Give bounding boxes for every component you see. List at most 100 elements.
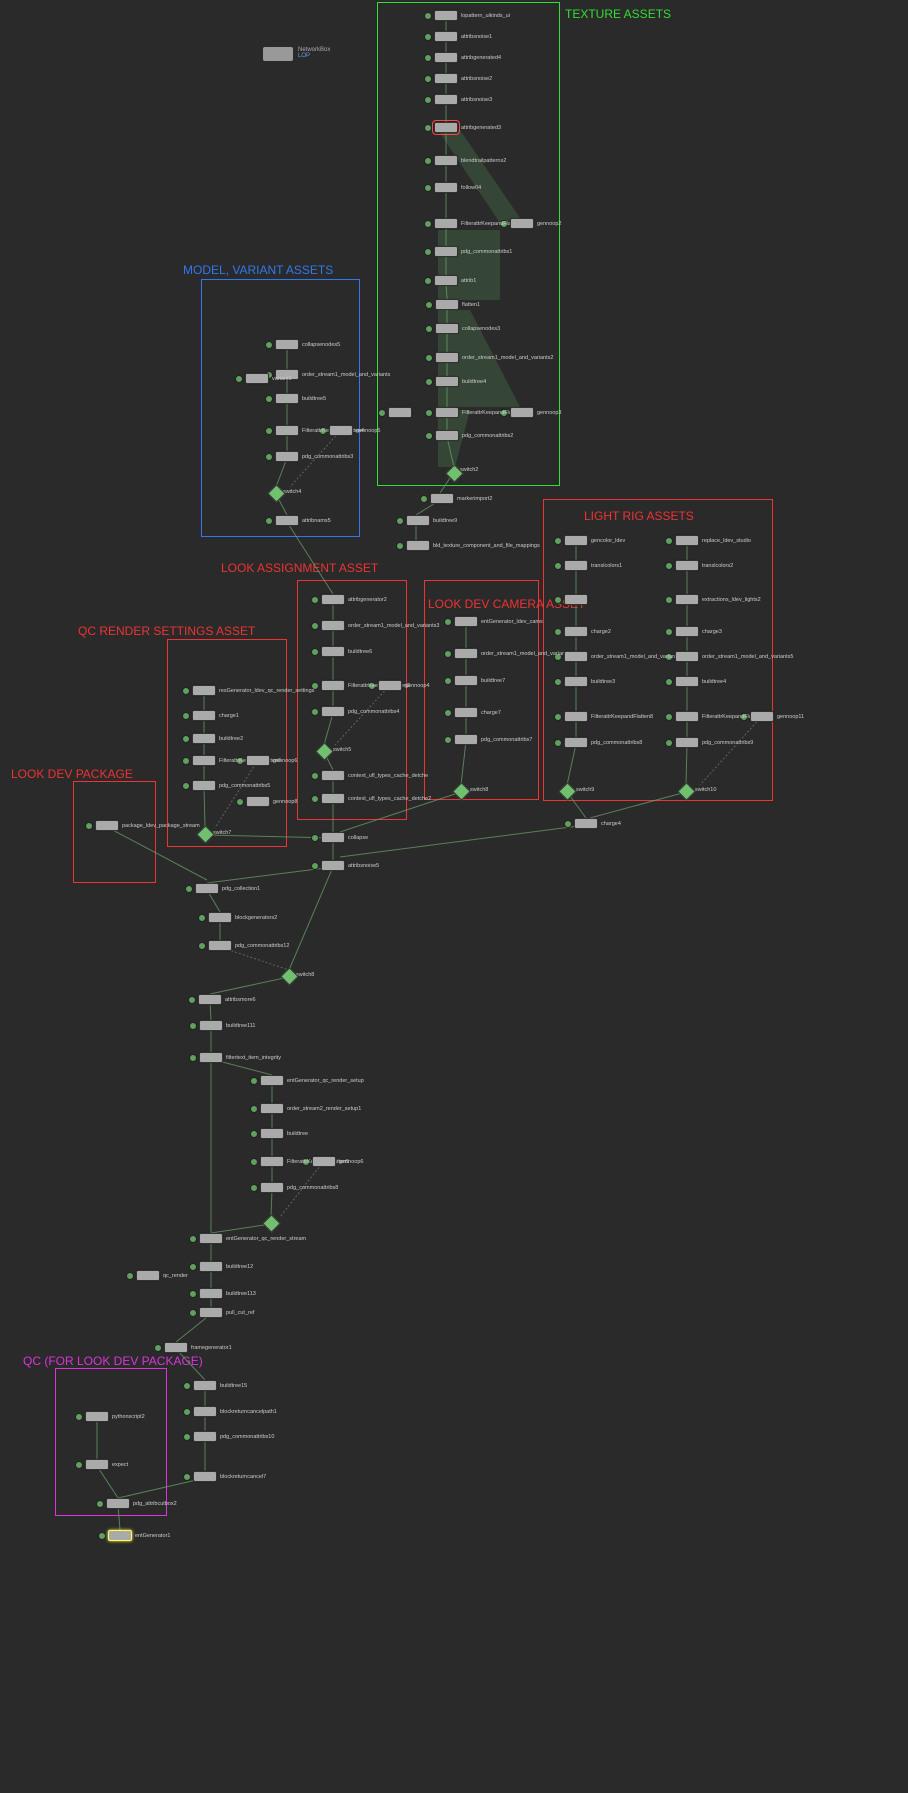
node-chip[interactable] (564, 676, 588, 687)
node-midstream-8[interactable]: pdg_commonattribs12 (208, 940, 289, 951)
node-chip[interactable] (245, 373, 269, 384)
node-chip[interactable] (199, 1020, 223, 1031)
node-qcblock-2[interactable]: buildtree (260, 1128, 308, 1139)
node-lookdevcam-4[interactable]: pdg_commonattribs7 (454, 734, 532, 745)
node-lookassign-5[interactable]: pdg_commonattribs4 (321, 706, 399, 717)
node-chip[interactable] (312, 1156, 336, 1167)
node-chip[interactable] (675, 626, 699, 637)
node-chip[interactable] (435, 376, 459, 387)
node-chip[interactable] (199, 1288, 223, 1299)
node-chip[interactable] (199, 1052, 223, 1063)
node-chip[interactable] (434, 10, 458, 21)
node-qcrender-1[interactable]: charge1 (192, 710, 239, 721)
node-lookassign-8[interactable]: context_ufl_types_cache_detche (321, 770, 428, 781)
node-chip[interactable] (454, 648, 478, 659)
node-chip[interactable] (199, 1233, 223, 1244)
node-tex-13[interactable]: collapsenodes3 (435, 323, 500, 334)
node-tex-10[interactable]: pdg_commonattribs1 (434, 246, 512, 257)
node-chip[interactable] (574, 818, 598, 829)
node-qcldev-0[interactable]: pythonscript2 (85, 1411, 145, 1422)
node-model-6[interactable]: pdg_commonattribs3 (275, 451, 353, 462)
node-lightrig_right-0[interactable]: replace_ldev_studio (675, 535, 751, 546)
node-chip[interactable] (564, 737, 588, 748)
node-qcblock-0[interactable]: entGenerator_qc_render_setup (260, 1075, 364, 1086)
node-midstream-3[interactable]: charge4 (574, 818, 621, 829)
node-chip[interactable] (435, 299, 459, 310)
node-midstream-4[interactable]: collapse (321, 832, 368, 843)
node-chip[interactable] (246, 796, 270, 807)
node-chip[interactable] (675, 711, 699, 722)
node-lookdevcam-0[interactable]: entGenerator_ldev_cams (454, 616, 543, 627)
node-model-5[interactable]: gennoop5 (329, 425, 380, 436)
node-model-2[interactable]: variant1 (245, 373, 292, 384)
node-chip[interactable] (454, 675, 478, 686)
node-chip[interactable] (454, 734, 478, 745)
node-chip[interactable] (193, 1431, 217, 1442)
node-chip[interactable] (321, 706, 345, 717)
node-lightrig_left-6[interactable]: FilterattrKeepandFlatten8 (564, 711, 653, 722)
node-model-3[interactable]: buildtree5 (275, 393, 326, 404)
node-midstream-2[interactable]: bld_texture_component_and_file_mappings (406, 540, 540, 551)
node-chip[interactable] (454, 616, 478, 627)
node-chip[interactable] (260, 1156, 284, 1167)
node-lookassign-2[interactable]: buildtree6 (321, 646, 372, 657)
node-tex-5[interactable]: attribgenerated3 (434, 122, 501, 133)
node-tex-9[interactable]: gennoop2 (510, 218, 561, 229)
node-midstream-5[interactable]: attribsnoise5 (321, 860, 379, 871)
node-chip[interactable] (430, 493, 454, 504)
node-chip[interactable] (675, 594, 699, 605)
node-chip[interactable] (192, 710, 216, 721)
node-chip[interactable] (435, 430, 459, 441)
node-chip[interactable] (321, 680, 345, 691)
node-lookassign-9[interactable]: context_ufl_types_cache_detche2 (321, 793, 431, 804)
node-lightrig_left-4[interactable]: order_stream1_model_and_variants6 (564, 651, 682, 662)
node-lookdevpkg-0[interactable]: package_ldev_package_stream (95, 820, 200, 831)
node-chip[interactable] (434, 31, 458, 42)
node-tex-15[interactable]: buildtree4 (435, 376, 486, 387)
node-chip[interactable] (260, 1182, 284, 1193)
node-chip[interactable] (193, 1380, 217, 1391)
node-qcblock-16[interactable]: pdg_attribcutbox2 (106, 1498, 177, 1509)
node-tex-12[interactable]: flatten1 (435, 299, 480, 310)
node-chip[interactable] (192, 755, 216, 766)
node-chip[interactable] (406, 515, 430, 526)
node-chip[interactable] (434, 155, 458, 166)
node-chip[interactable] (192, 685, 216, 696)
node-chip[interactable] (321, 832, 345, 843)
node-lightrig_left-3[interactable]: charge2 (564, 626, 611, 637)
node-qcrender-4[interactable]: gennoop6 (246, 755, 297, 766)
node-midstream-1[interactable]: buildtree9 (406, 515, 457, 526)
node-tex-16[interactable] (388, 407, 412, 418)
node-qcblock-15[interactable]: blockreturncancel7 (193, 1471, 266, 1482)
node-lightrig_right-5[interactable]: buildtree4 (675, 676, 726, 687)
node-midstream-0[interactable]: markerimport2 (430, 493, 492, 504)
node-chip[interactable] (321, 646, 345, 657)
node-qcblock-12[interactable]: buildtree15 (193, 1380, 247, 1391)
node-chip[interactable] (321, 770, 345, 781)
node-lightrig_right-8[interactable]: pdg_commonattribs9 (675, 737, 753, 748)
node-lookdevcam-3[interactable]: charge7 (454, 707, 501, 718)
node-chip[interactable] (564, 560, 588, 571)
node-chip[interactable] (321, 594, 345, 605)
node-tex-14[interactable]: order_stream1_model_and_variants2 (435, 352, 553, 363)
node-midstream-12[interactable]: buildtree111 (199, 1020, 255, 1031)
node-lightrig_right-3[interactable]: charge3 (675, 626, 722, 637)
node-lightrig_left-1[interactable]: translcolors1 (564, 560, 622, 571)
node-qcblock-11[interactable]: framegenerator1 (164, 1342, 232, 1353)
node-qcblock-13[interactable]: blockreturncancelpath1 (193, 1406, 277, 1417)
node-lookassign-4[interactable]: gennoop4 (378, 680, 429, 691)
node-chip[interactable] (434, 52, 458, 63)
node-chip[interactable] (434, 73, 458, 84)
node-chip[interactable] (406, 540, 430, 551)
node-chip[interactable] (260, 1103, 284, 1114)
node-model-0[interactable]: collapsenodes5 (275, 339, 340, 350)
node-qcblock-4[interactable]: gennoop6 (312, 1156, 363, 1167)
node-lightrig_right-1[interactable]: translcolors2 (675, 560, 733, 571)
node-tex-18[interactable]: gennoop3 (510, 407, 561, 418)
node-lightrig_right-4[interactable]: order_stream1_model_and_variants5 (675, 651, 793, 662)
node-qcblock-9[interactable]: buildtree113 (199, 1288, 256, 1299)
node-tex-7[interactable]: follow04 (434, 182, 481, 193)
node-chip[interactable] (434, 182, 458, 193)
node-model-9[interactable]: attribnams5 (275, 515, 331, 526)
node-chip[interactable] (435, 352, 459, 363)
